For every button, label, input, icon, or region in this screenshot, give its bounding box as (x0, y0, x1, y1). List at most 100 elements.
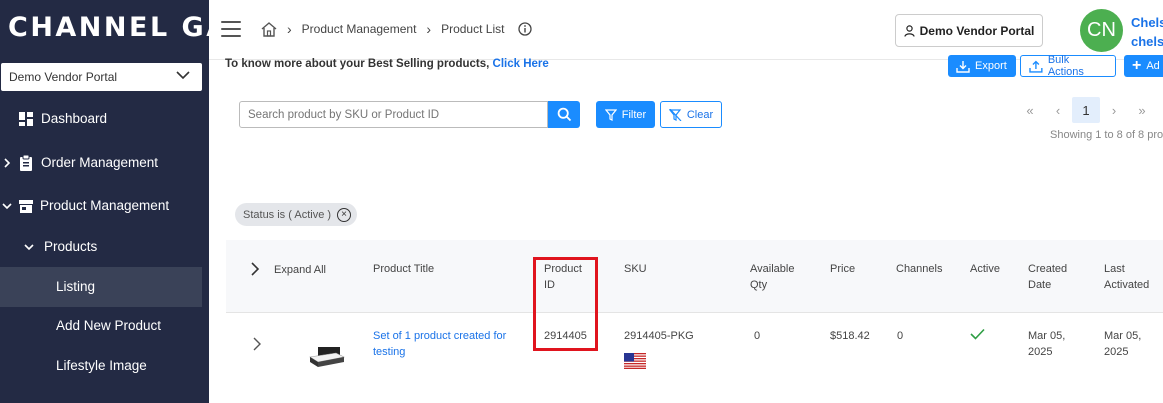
clear-filter-button[interactable]: Clear (660, 101, 722, 128)
page-number-current[interactable]: 1 (1072, 97, 1100, 123)
available-qty-cell: 0 (754, 330, 761, 342)
chevron-right-icon[interactable] (252, 337, 262, 351)
sidebar-item-products[interactable]: Products (0, 227, 202, 267)
best-selling-text: To know more about your Best Selling pro… (225, 58, 490, 70)
next-page-icon[interactable]: › (1100, 97, 1128, 123)
status-filter-chip: Status is ( Active ) × (235, 203, 358, 226)
add-product-button[interactable]: + Ad (1124, 55, 1163, 77)
breadcrumb-product-list: Product List (441, 22, 505, 36)
demo-vendor-portal-label: Demo Vendor Portal (919, 23, 1035, 38)
close-icon[interactable]: × (337, 207, 352, 222)
created-date-line1: Mar 05, (1028, 330, 1066, 342)
product-title-link[interactable]: Set of 1 product created for testing (373, 328, 506, 360)
sidebar-item-dashboard[interactable]: Dashboard (0, 99, 202, 139)
vendor-portal-select-value: Demo Vendor Portal (9, 70, 118, 84)
sidebar-item-label: Add New Product (56, 318, 162, 333)
avatar[interactable]: CN (1080, 9, 1123, 52)
product-title-line2: testing (373, 346, 406, 358)
bulk-actions-label: Bulk Actions (1047, 54, 1084, 78)
export-button[interactable]: Export (948, 55, 1016, 77)
filter-button[interactable]: Filter (596, 101, 655, 128)
chevron-right-icon[interactable] (250, 262, 260, 276)
chevron-right-icon (4, 158, 11, 168)
clear-label: Clear (686, 108, 714, 121)
chevron-right-icon: › (426, 21, 432, 37)
dashboard-icon (19, 112, 33, 126)
breadcrumb: › Product Management › Product List (261, 21, 533, 37)
col-last-activated-line2: Activated (1104, 279, 1150, 291)
app-logo: CHANNEL GATE (8, 12, 209, 43)
sidebar-item-add-new-product[interactable]: Add New Product (0, 306, 202, 346)
col-created-date-line1: Created (1028, 263, 1068, 275)
user-name[interactable]: Chels (1131, 15, 1163, 30)
created-date-line2: 2025 (1028, 346, 1053, 358)
expand-all-label[interactable]: Expand All (274, 262, 326, 278)
us-flag-icon (624, 353, 646, 369)
col-last-activated: Last Activated (1104, 261, 1149, 293)
sidebar-item-order-management[interactable]: Order Management (0, 143, 202, 183)
col-available-qty-line1: Available (750, 263, 795, 275)
col-available-qty-line2: Qty (750, 279, 768, 291)
search-button[interactable] (548, 101, 580, 128)
sidebar-item-product-management[interactable]: Product Management (0, 186, 202, 226)
user-email: chelse (1131, 34, 1163, 49)
info-icon[interactable] (518, 22, 533, 36)
search-icon (557, 107, 571, 122)
sku-cell: 2914405-PKG (624, 330, 694, 342)
prev-page-icon[interactable]: ‹ (1044, 97, 1072, 123)
chevron-down-icon (176, 71, 190, 80)
channels-cell: 0 (897, 330, 904, 342)
checkmark-icon (970, 328, 985, 340)
product-thumbnail-bed[interactable] (306, 343, 346, 373)
store-icon (19, 200, 33, 213)
col-product-title: Product Title (373, 263, 435, 275)
col-created-date: Created Date (1028, 261, 1067, 293)
breadcrumb-product-management[interactable]: Product Management (302, 22, 417, 36)
sidebar-item-lifestyle-image[interactable]: Lifestyle Image (0, 346, 202, 386)
menu-icon[interactable] (221, 21, 241, 37)
created-date-cell: Mar 05, 2025 (1028, 328, 1065, 360)
export-label: Export (975, 60, 1007, 72)
last-activated-line1: Mar 05, (1104, 330, 1142, 342)
clear-filter-icon (668, 108, 682, 121)
pagination-summary: Showing 1 to 8 of 8 pro (1050, 129, 1163, 141)
filter-icon (604, 108, 617, 121)
first-page-icon[interactable]: « (1016, 97, 1044, 123)
col-last-activated-line1: Last (1104, 263, 1125, 275)
sidebar-item-label: Dashboard (41, 111, 108, 126)
col-active: Active (970, 263, 1000, 275)
chevron-down-icon (2, 203, 12, 210)
sidebar-item-listing[interactable]: Listing (0, 267, 202, 307)
top-bar: › Product Management › Product List Demo… (209, 0, 1163, 60)
table-header: Expand All Product Title Product ID SKU … (226, 240, 1163, 313)
search-input[interactable] (239, 101, 548, 128)
sidebar-item-label: Order Management (41, 155, 159, 170)
user-icon (904, 24, 915, 37)
clipboard-icon (20, 155, 32, 171)
chevron-right-icon: › (287, 21, 292, 37)
pagination: « ‹ 1 › » (1016, 97, 1156, 123)
sidebar-item-label: Product Management (40, 198, 170, 213)
plus-icon: + (1132, 57, 1142, 74)
price-cell: $518.42 (830, 330, 870, 342)
filter-label: Filter (621, 108, 647, 121)
sidebar-item-label: Listing (56, 279, 96, 294)
bulk-actions-button[interactable]: Bulk Actions (1020, 54, 1116, 78)
chevron-down-icon (24, 244, 34, 251)
click-here-link[interactable]: Click Here (493, 58, 549, 70)
last-activated-line2: 2025 (1104, 346, 1129, 358)
sidebar-item-label: Products (44, 239, 98, 254)
col-created-date-line2: Date (1028, 279, 1052, 291)
col-sku: SKU (624, 263, 647, 275)
upload-icon (1029, 60, 1043, 73)
table-row: Set of 1 product created for testing 291… (226, 313, 1163, 403)
col-available-qty: Available Qty (750, 261, 794, 293)
add-label: Ad (1146, 60, 1160, 72)
demo-vendor-portal-button[interactable]: Demo Vendor Portal (895, 14, 1043, 47)
col-price: Price (830, 263, 856, 275)
last-page-icon[interactable]: » (1128, 97, 1156, 123)
vendor-portal-select[interactable]: Demo Vendor Portal (1, 63, 202, 91)
best-selling-notice: To know more about your Best Selling pro… (225, 58, 549, 70)
sidebar: CHANNEL GATE Demo Vendor Portal Dashboar… (0, 0, 209, 403)
home-icon[interactable] (261, 21, 277, 37)
